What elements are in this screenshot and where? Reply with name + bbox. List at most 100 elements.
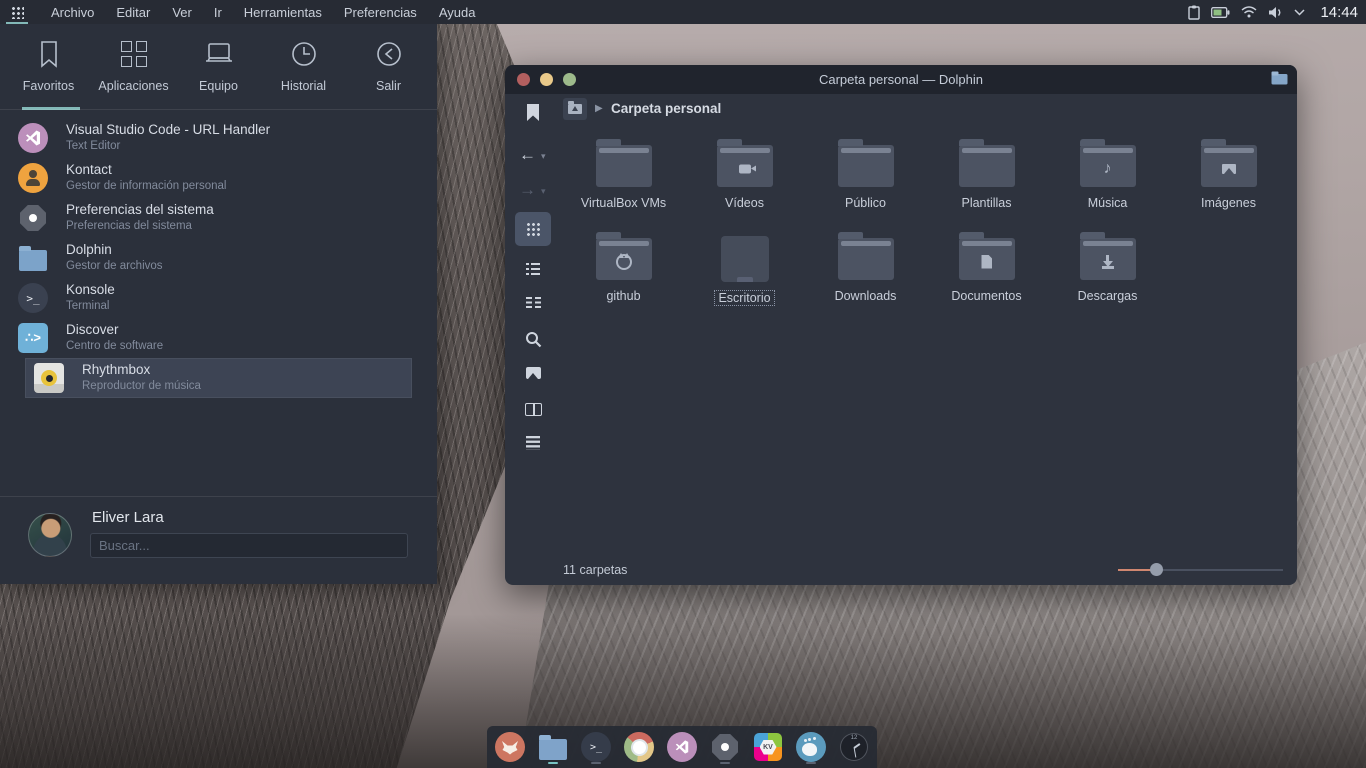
folder-descargas[interactable]: Descargas <box>1047 228 1168 321</box>
tab-label: Salir <box>376 79 401 93</box>
app-launcher-button[interactable] <box>4 0 30 24</box>
folder-documentos[interactable]: Documentos <box>926 228 1047 321</box>
forward-arrow-icon[interactable]: → <box>519 181 536 198</box>
wifi-icon[interactable] <box>1241 6 1257 18</box>
list-item-discover[interactable]: ∴> Discover Centro de software <box>0 318 437 358</box>
volume-icon[interactable] <box>1268 6 1283 19</box>
dock-blue-splash-app[interactable] <box>796 730 826 764</box>
close-button[interactable] <box>517 73 530 86</box>
preview-icon <box>526 367 541 379</box>
chevron-down-icon[interactable] <box>1294 9 1305 16</box>
dock-firefox[interactable] <box>495 730 525 764</box>
menu-herramientas[interactable]: Herramientas <box>233 2 333 23</box>
launcher-tabs: Favoritos Aplicaciones Equipo Historial … <box>0 24 437 110</box>
blue-splash-app-icon <box>796 732 826 762</box>
folder-imagenes[interactable]: Imágenes <box>1168 135 1289 228</box>
folder-icon <box>838 238 894 280</box>
folder-github[interactable]: github <box>563 228 684 321</box>
bookmark-icon[interactable] <box>527 104 539 121</box>
folder-publico[interactable]: Público <box>805 135 926 228</box>
menu-editar[interactable]: Editar <box>105 2 161 23</box>
tab-label: Equipo <box>199 79 238 93</box>
system-settings-icon <box>18 203 48 233</box>
kontact-icon <box>18 163 48 193</box>
app-name: Visual Studio Code - URL Handler <box>66 122 270 139</box>
folder-downloads[interactable]: Downloads <box>805 228 926 321</box>
menu-icon <box>526 436 540 450</box>
folder-plantillas[interactable]: Plantillas <box>926 135 1047 228</box>
folder-escritorio[interactable]: Escritorio <box>684 228 805 321</box>
dock-clock[interactable]: 12 <box>839 730 869 764</box>
breadcrumb[interactable]: Carpeta personal <box>611 101 721 116</box>
zoom-slider[interactable] <box>1118 569 1283 571</box>
folder-grid: VirtualBox VMs Vídeos Público Plantillas… <box>563 135 1291 321</box>
breadcrumb-chevron-icon: ▶ <box>595 103 603 114</box>
running-indicator <box>720 762 730 764</box>
list-item-dolphin[interactable]: Dolphin Gestor de archivos <box>0 238 437 278</box>
battery-icon[interactable] <box>1211 7 1230 18</box>
tab-salir[interactable]: Salir <box>349 38 429 110</box>
menu-ver[interactable]: Ver <box>161 2 203 23</box>
maximize-button[interactable] <box>563 73 576 86</box>
folder-documents-icon <box>959 238 1015 280</box>
user-avatar[interactable] <box>28 513 72 557</box>
search-button[interactable] <box>515 322 551 356</box>
dock-chromium[interactable] <box>624 730 654 764</box>
folder-virtualbox-vms[interactable]: VirtualBox VMs <box>563 135 684 228</box>
list-item-kontact[interactable]: Kontact Gestor de información personal <box>0 158 437 198</box>
folder-icon <box>596 145 652 187</box>
dock-kvantum[interactable]: KV <box>753 730 783 764</box>
list-item-konsole[interactable]: >_ Konsole Terminal <box>0 278 437 318</box>
folder-videos[interactable]: Vídeos <box>684 135 805 228</box>
system-tray: 14:44 <box>1188 4 1358 21</box>
app-description: Preferencias del sistema <box>66 219 214 233</box>
dock-terminal[interactable]: >_ <box>581 730 611 764</box>
dock-system-settings[interactable] <box>710 730 740 764</box>
zoom-slider-handle[interactable] <box>1150 563 1163 576</box>
dock-file-manager[interactable] <box>538 730 568 764</box>
running-indicator <box>591 762 601 764</box>
tab-label: Historial <box>281 79 326 93</box>
menu-button[interactable] <box>515 426 551 460</box>
list-item-rhythmbox[interactable]: Rhythmbox Reproductor de música <box>25 358 412 398</box>
folder-musica[interactable]: ♪ Música <box>1047 135 1168 228</box>
list-item-vscode[interactable]: Visual Studio Code - URL Handler Text Ed… <box>0 118 437 158</box>
minimize-button[interactable] <box>540 73 553 86</box>
folder-videos-icon <box>717 145 773 187</box>
list-view-button[interactable] <box>515 252 551 286</box>
app-description: Gestor de archivos <box>66 259 163 273</box>
tab-aplicaciones[interactable]: Aplicaciones <box>94 38 174 110</box>
menu-ir[interactable]: Ir <box>203 2 233 23</box>
dolphin-statusbar: 11 carpetas <box>505 556 1297 585</box>
compact-view-button[interactable] <box>515 286 551 320</box>
menu-archivo[interactable]: Archivo <box>40 2 105 23</box>
tab-favoritos[interactable]: Favoritos <box>9 38 89 110</box>
clipboard-icon[interactable] <box>1188 5 1200 20</box>
file-manager-icon <box>18 243 48 273</box>
icons-view-button[interactable] <box>515 212 551 246</box>
list-item-system-settings[interactable]: Preferencias del sistema Preferencias de… <box>0 198 437 238</box>
history-clock-icon <box>290 38 318 70</box>
back-dropdown-icon[interactable]: ▾ <box>541 151 546 162</box>
forward-dropdown-icon[interactable]: ▾ <box>541 186 546 197</box>
tray-clock[interactable]: 14:44 <box>1320 4 1358 21</box>
tab-historial[interactable]: Historial <box>264 38 344 110</box>
app-name: Rhythmbox <box>82 362 201 379</box>
dock-vscode[interactable] <box>667 730 697 764</box>
home-folder-icon[interactable] <box>563 98 587 120</box>
menu-ayuda[interactable]: Ayuda <box>428 2 487 23</box>
menu-preferencias[interactable]: Preferencias <box>333 2 428 23</box>
folder-icon <box>959 145 1015 187</box>
split-view-button[interactable] <box>515 392 551 426</box>
launcher-active-underline <box>6 22 28 24</box>
folder-downloads-icon <box>1080 238 1136 280</box>
back-arrow-icon[interactable]: ← <box>519 146 536 163</box>
dolphin-titlebar[interactable]: Carpeta personal — Dolphin <box>505 65 1297 94</box>
terminal-icon: >_ <box>18 283 48 313</box>
preview-button[interactable] <box>515 356 551 390</box>
discover-icon: ∴> <box>18 323 48 353</box>
dolphin-window: Carpeta personal — Dolphin ▶ Carpeta per… <box>505 65 1297 585</box>
search-input[interactable] <box>90 533 408 558</box>
tab-equipo[interactable]: Equipo <box>179 38 259 110</box>
file-manager-icon <box>539 739 567 760</box>
